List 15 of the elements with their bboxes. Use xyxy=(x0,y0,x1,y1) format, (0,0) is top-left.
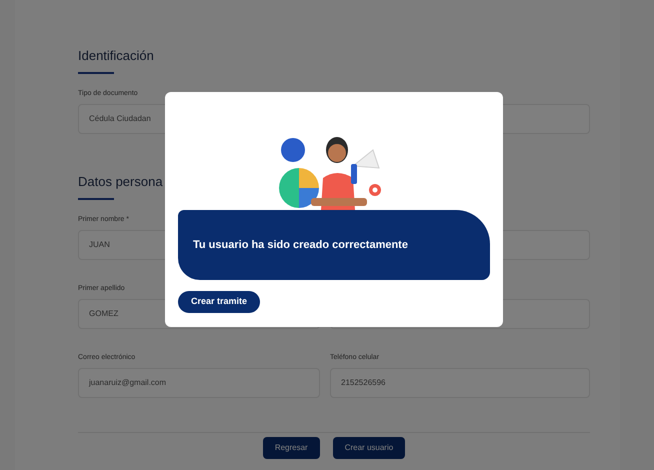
input-field[interactable]: 2152526596 xyxy=(330,368,590,398)
section-heading: Identificación xyxy=(78,48,154,64)
field-value: GOMEZ xyxy=(89,308,118,320)
field-value: Cédula Ciudadan xyxy=(89,113,151,125)
input-field[interactable]: juanaruiz@gmail.com xyxy=(78,368,320,398)
success-message: Tu usuario ha sido creado correctamente xyxy=(193,238,408,253)
field-value: 2152526596 xyxy=(341,377,386,389)
create-procedure-button[interactable]: Crear tramite xyxy=(178,291,260,313)
section-heading: Datos persona xyxy=(78,174,163,190)
field-value: JUAN xyxy=(89,239,110,251)
heading-underline xyxy=(78,198,114,200)
heading-underline xyxy=(78,72,114,74)
field-value: juanaruiz@gmail.com xyxy=(89,377,166,389)
create-user-button[interactable]: Crear usuario xyxy=(332,437,406,459)
back-button[interactable]: Regresar xyxy=(262,437,320,459)
